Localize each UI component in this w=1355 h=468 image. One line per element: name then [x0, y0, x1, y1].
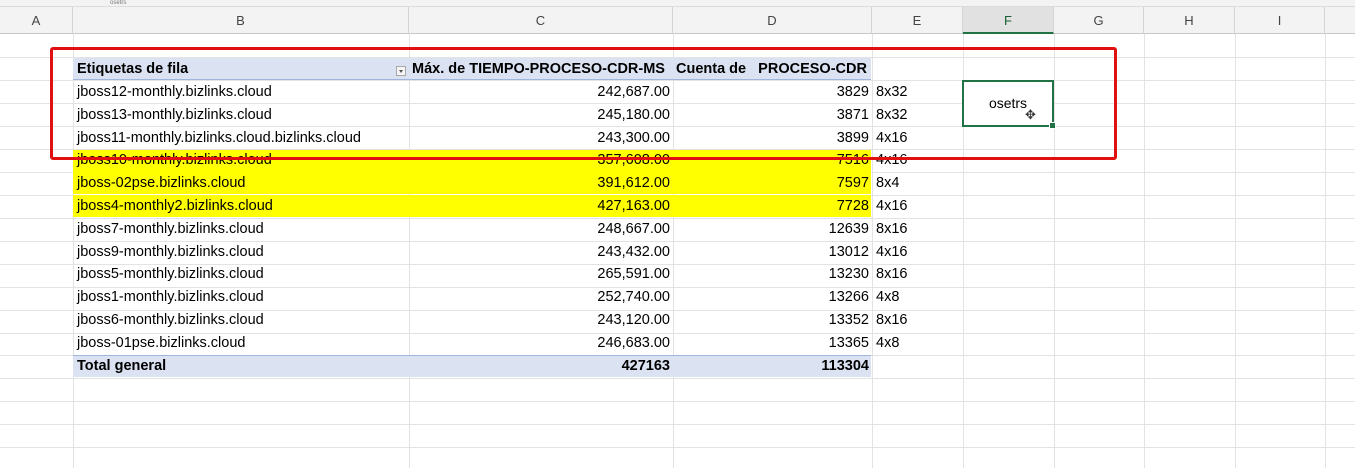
pivot-row-spec[interactable]: 4x16 — [872, 149, 963, 171]
pivot-row-spec[interactable]: 8x16 — [872, 309, 963, 331]
column-header-blank — [1325, 7, 1355, 34]
pivot-row-max[interactable]: 243,300.00 — [409, 127, 673, 149]
pivot-row-spec[interactable]: 8x32 — [872, 81, 963, 103]
pivot-total-label[interactable]: Total general — [73, 355, 409, 377]
pivot-row-label[interactable]: jboss10-monthly.bizlinks.cloud — [73, 149, 409, 171]
pivot-row-spec[interactable]: 4x16 — [872, 241, 963, 263]
pivot-row-label[interactable]: jboss11-monthly.bizlinks.cloud.bizlinks.… — [73, 127, 409, 149]
formula-bar[interactable]: osetrs — [0, 0, 1355, 7]
pivot-row-count[interactable]: 3871 — [673, 104, 872, 126]
fill-handle[interactable] — [1049, 122, 1056, 129]
pivot-row-spec[interactable]: 4x16 — [872, 195, 963, 217]
pivot-row-count[interactable]: 3829 — [673, 81, 872, 103]
column-header-f[interactable]: F — [963, 7, 1054, 34]
pivot-row-max[interactable]: 391,612.00 — [409, 172, 673, 194]
grid-line-h — [0, 401, 1355, 402]
grid-line-h — [0, 424, 1355, 425]
pivot-row-count[interactable]: 7597 — [673, 172, 872, 194]
pivot-row-max[interactable]: 427,163.00 — [409, 195, 673, 217]
pivot-row-spec[interactable]: 8x16 — [872, 218, 963, 240]
pivot-row-max[interactable]: 245,180.00 — [409, 104, 673, 126]
pivot-row-label[interactable]: jboss-02pse.bizlinks.cloud — [73, 172, 409, 194]
pivot-row-count[interactable]: 3899 — [673, 127, 872, 149]
pivot-row-max[interactable]: 246,683.00 — [409, 332, 673, 354]
pivot-row-spec[interactable]: 4x16 — [872, 127, 963, 149]
pivot-total-count[interactable]: 113304 — [673, 355, 872, 377]
column-header-i[interactable]: I — [1235, 7, 1325, 34]
pivot-row-max[interactable]: 248,667.00 — [409, 218, 673, 240]
pivot-row-count[interactable]: 13230 — [673, 263, 872, 285]
formula-bar-value: osetrs — [110, 0, 127, 6]
column-header-h[interactable]: H — [1144, 7, 1235, 34]
grid-line-v — [1325, 34, 1326, 468]
pivot-row-spec[interactable]: 4x8 — [872, 286, 963, 308]
selected-cell-f[interactable]: osetrs — [962, 80, 1056, 129]
column-header-b[interactable]: B — [73, 7, 409, 34]
column-header-e[interactable]: E — [872, 7, 963, 34]
filter-dropdown-icon[interactable] — [396, 66, 406, 76]
pivot-row-max[interactable]: 242,687.00 — [409, 81, 673, 103]
pivot-row-count[interactable]: 12639 — [673, 218, 872, 240]
pivot-row-max[interactable]: 243,432.00 — [409, 241, 673, 263]
column-header-g[interactable]: G — [1054, 7, 1144, 34]
selected-cell-text: osetrs — [988, 95, 1028, 111]
pivot-row-spec[interactable]: 8x16 — [872, 263, 963, 285]
pivot-row-label[interactable]: jboss9-monthly.bizlinks.cloud — [73, 241, 409, 263]
pivot-row-max[interactable]: 243,120.00 — [409, 309, 673, 331]
pivot-row-count[interactable]: 7516 — [673, 149, 872, 171]
pivot-row-max[interactable]: 252,740.00 — [409, 286, 673, 308]
pivot-row-max[interactable]: 357,608.00 — [409, 149, 673, 171]
move-cursor-icon: ✥ — [1025, 107, 1036, 122]
grid-line-v — [1054, 34, 1055, 468]
pivot-header-count[interactable]: Cuenta de PROCESO-CDR — [673, 58, 872, 80]
pivot-row-label[interactable]: jboss1-monthly.bizlinks.cloud — [73, 286, 409, 308]
pivot-header-max-time[interactable]: Máx. de TIEMPO-PROCESO-CDR-MS — [409, 58, 673, 80]
pivot-total-max[interactable]: 427163 — [409, 355, 673, 377]
column-header-c[interactable]: C — [409, 7, 673, 34]
pivot-row-count[interactable]: 13012 — [673, 241, 872, 263]
grid-line-h — [0, 447, 1355, 448]
pivot-row-label[interactable]: jboss5-monthly.bizlinks.cloud — [73, 263, 409, 285]
pivot-row-count[interactable]: 13352 — [673, 309, 872, 331]
pivot-row-spec[interactable]: 8x32 — [872, 104, 963, 126]
pivot-row-label[interactable]: jboss12-monthly.bizlinks.cloud — [73, 81, 409, 103]
grid-line-v — [1235, 34, 1236, 468]
column-header-a[interactable]: A — [0, 7, 73, 34]
pivot-header-row-labels[interactable]: Etiquetas de fila — [73, 58, 409, 80]
pivot-row-label[interactable]: jboss7-monthly.bizlinks.cloud — [73, 218, 409, 240]
column-header-d[interactable]: D — [673, 7, 872, 34]
pivot-row-max[interactable]: 265,591.00 — [409, 263, 673, 285]
pivot-row-count[interactable]: 13365 — [673, 332, 872, 354]
pivot-row-count[interactable]: 13266 — [673, 286, 872, 308]
pivot-row-label[interactable]: jboss4-monthly2.bizlinks.cloud — [73, 195, 409, 217]
grid-line-h — [0, 378, 1355, 379]
grid-line-v — [1144, 34, 1145, 468]
pivot-row-label[interactable]: jboss-01pse.bizlinks.cloud — [73, 332, 409, 354]
pivot-row-label[interactable]: jboss6-monthly.bizlinks.cloud — [73, 309, 409, 331]
pivot-row-spec[interactable]: 8x4 — [872, 172, 963, 194]
pivot-row-spec[interactable]: 4x8 — [872, 332, 963, 354]
pivot-row-count[interactable]: 7728 — [673, 195, 872, 217]
pivot-row-label[interactable]: jboss13-monthly.bizlinks.cloud — [73, 104, 409, 126]
